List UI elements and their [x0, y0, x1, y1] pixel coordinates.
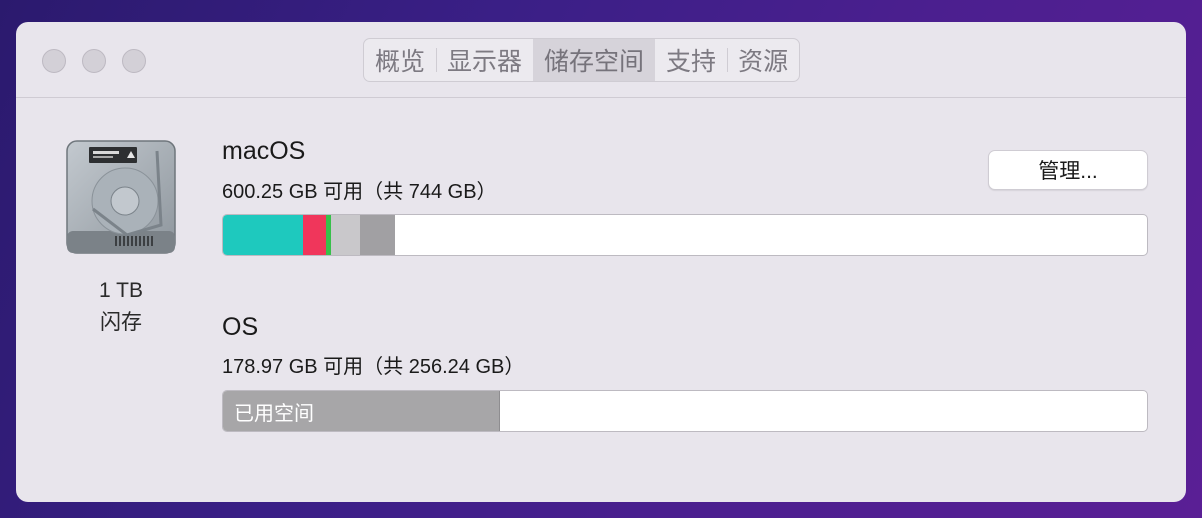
tab-support[interactable]: 支持 [655, 39, 727, 81]
zoom-icon[interactable] [122, 49, 146, 73]
storage-usage-bar [222, 214, 1148, 256]
volume-info: 600.25 GB 可用（共 744 GB） [222, 181, 497, 203]
manage-button[interactable]: 管理... [988, 150, 1148, 190]
tab-resources[interactable]: 资源 [727, 39, 799, 81]
hard-drive-icon [66, 140, 176, 254]
usage-segment [359, 215, 395, 255]
tab-displays[interactable]: 显示器 [436, 39, 533, 81]
volume-name: macOS [222, 137, 306, 165]
disk-type: 闪存 [100, 311, 142, 334]
tab-bar: 概览 显示器 储存空间 支持 资源 [363, 38, 801, 82]
storage-window: 概览 显示器 储存空间 支持 资源 1 TB 闪存 macOS 600.25 G… [16, 22, 1186, 502]
disk-size: 1 TB [99, 279, 143, 302]
storage-usage-bar: 已用空间 [222, 390, 1148, 432]
tab-storage[interactable]: 储存空间 [533, 39, 656, 81]
used-space-segment: 已用空间 [223, 391, 501, 431]
volume-info: 178.97 GB 可用（共 256.24 GB） [222, 356, 525, 378]
minimize-icon[interactable] [82, 49, 106, 73]
usage-segment [303, 215, 326, 255]
usage-segment [223, 215, 304, 255]
titlebar: 概览 显示器 储存空间 支持 资源 [16, 22, 1186, 98]
close-icon[interactable] [42, 49, 66, 73]
usage-segment [331, 215, 360, 255]
tab-overview[interactable]: 概览 [364, 39, 436, 81]
volume-name: OS [222, 313, 259, 341]
